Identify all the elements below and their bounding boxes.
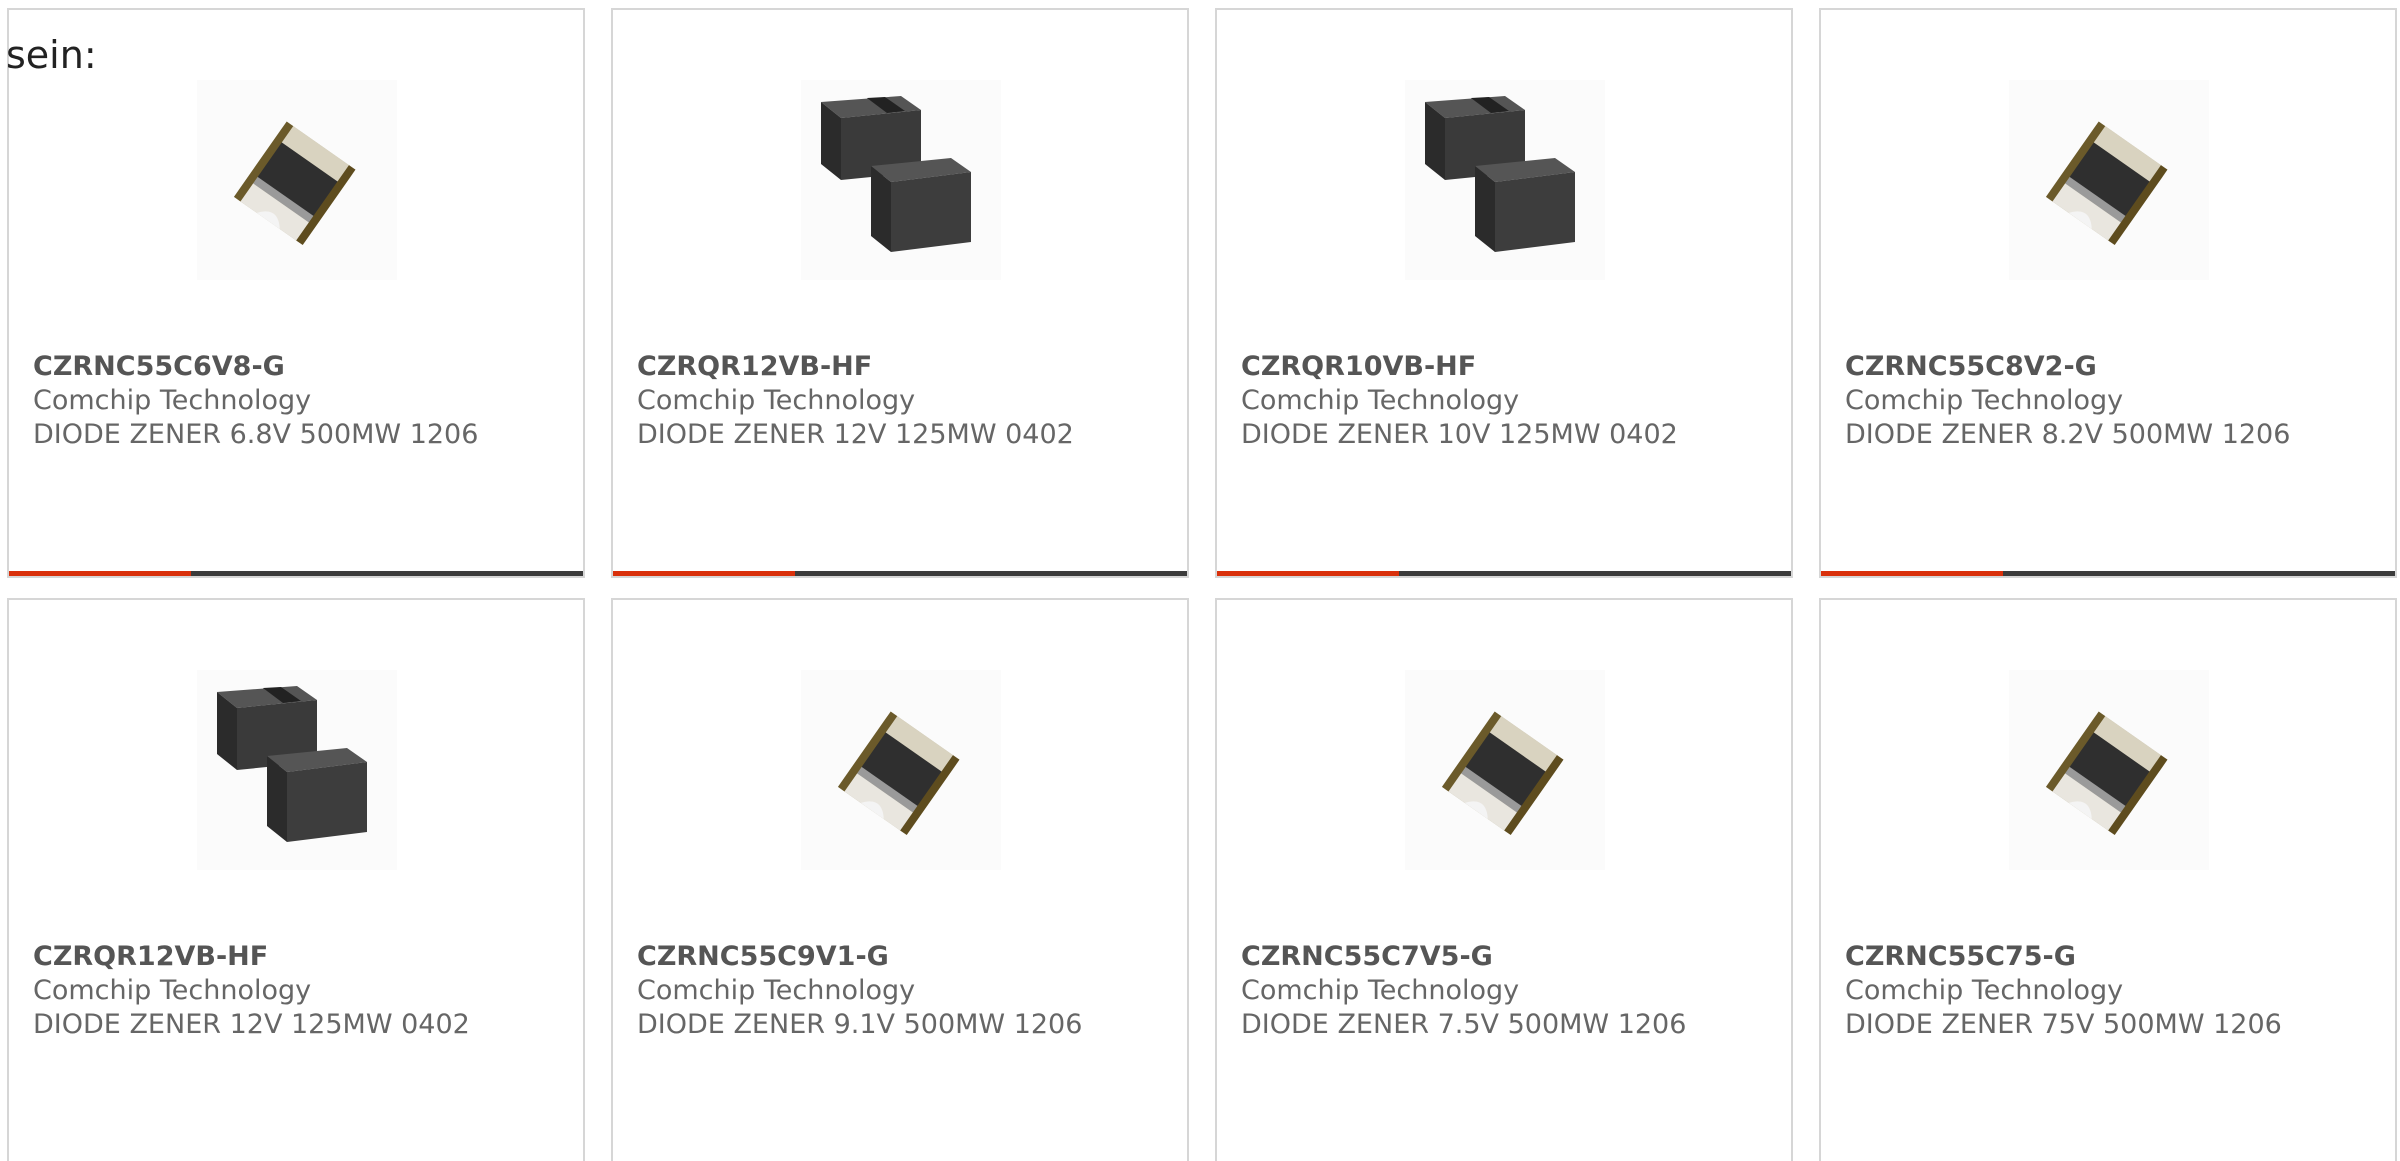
description: DIODE ZENER 9.1V 500MW 1206 [637,1009,1083,1040]
smd-chip-image[interactable] [801,670,1001,870]
description: DIODE ZENER 7.5V 500MW 1206 [1241,1009,1687,1040]
part-number[interactable]: CZRNC55C75-G [1845,940,2282,974]
description: DIODE ZENER 6.8V 500MW 1206 [33,419,479,450]
manufacturer: Comchip Technology [33,975,312,1006]
product-card[interactable]: CZRQR12VB-HF Comchip Technology DIODE ZE… [7,598,585,1161]
card-accent [1217,571,1399,576]
part-number[interactable]: CZRQR10VB-HF [1241,350,1678,384]
manufacturer: Comchip Technology [33,385,312,416]
product-card[interactable]: CZRNC55C75-G Comchip Technology DIODE ZE… [1819,598,2397,1161]
card-accent [9,571,191,576]
card-bottom-bar [613,571,1187,576]
description: DIODE ZENER 75V 500MW 1206 [1845,1009,2282,1040]
manufacturer: Comchip Technology [637,975,916,1006]
card-accent [1821,571,2003,576]
card-accent [613,571,795,576]
part-number[interactable]: CZRQR12VB-HF [33,940,470,974]
smd-block-image[interactable] [801,80,1001,280]
product-card[interactable]: CZRNC55C9V1-G Comchip Technology DIODE Z… [611,598,1189,1161]
part-number[interactable]: CZRNC55C6V8-G [33,350,478,384]
manufacturer: Comchip Technology [1241,385,1520,416]
part-number[interactable]: CZRNC55C8V2-G [1845,350,2290,384]
manufacturer: Comchip Technology [1845,975,2124,1006]
part-number[interactable]: CZRNC55C9V1-G [637,940,1082,974]
description: DIODE ZENER 12V 125MW 0402 [33,1009,470,1040]
intro-text: sein: [6,33,97,77]
part-number[interactable]: CZRQR12VB-HF [637,350,1074,384]
product-card[interactable]: CZRNC55C7V5-G Comchip Technology DIODE Z… [1215,598,1793,1161]
product-card[interactable]: CZRNC55C8V2-G Comchip Technology DIODE Z… [1819,8,2397,578]
smd-block-image[interactable] [197,670,397,870]
card-bottom-bar [9,571,583,576]
manufacturer: Comchip Technology [637,385,916,416]
manufacturer: Comchip Technology [1845,385,2124,416]
smd-chip-image[interactable] [2009,670,2209,870]
card-bottom-bar [1821,571,2395,576]
smd-block-image[interactable] [1405,80,1605,280]
product-card[interactable]: CZRQR10VB-HF Comchip Technology DIODE ZE… [1215,8,1793,578]
description: DIODE ZENER 12V 125MW 0402 [637,419,1074,450]
product-card[interactable]: CZRNC55C6V8-G Comchip Technology DIODE Z… [7,8,585,578]
product-card[interactable]: CZRQR12VB-HF Comchip Technology DIODE ZE… [611,8,1189,578]
smd-chip-image[interactable] [2009,80,2209,280]
smd-chip-image[interactable] [1405,670,1605,870]
description: DIODE ZENER 10V 125MW 0402 [1241,419,1678,450]
smd-chip-image[interactable] [197,80,397,280]
part-number[interactable]: CZRNC55C7V5-G [1241,940,1686,974]
manufacturer: Comchip Technology [1241,975,1520,1006]
description: DIODE ZENER 8.2V 500MW 1206 [1845,419,2291,450]
card-bottom-bar [1217,571,1791,576]
